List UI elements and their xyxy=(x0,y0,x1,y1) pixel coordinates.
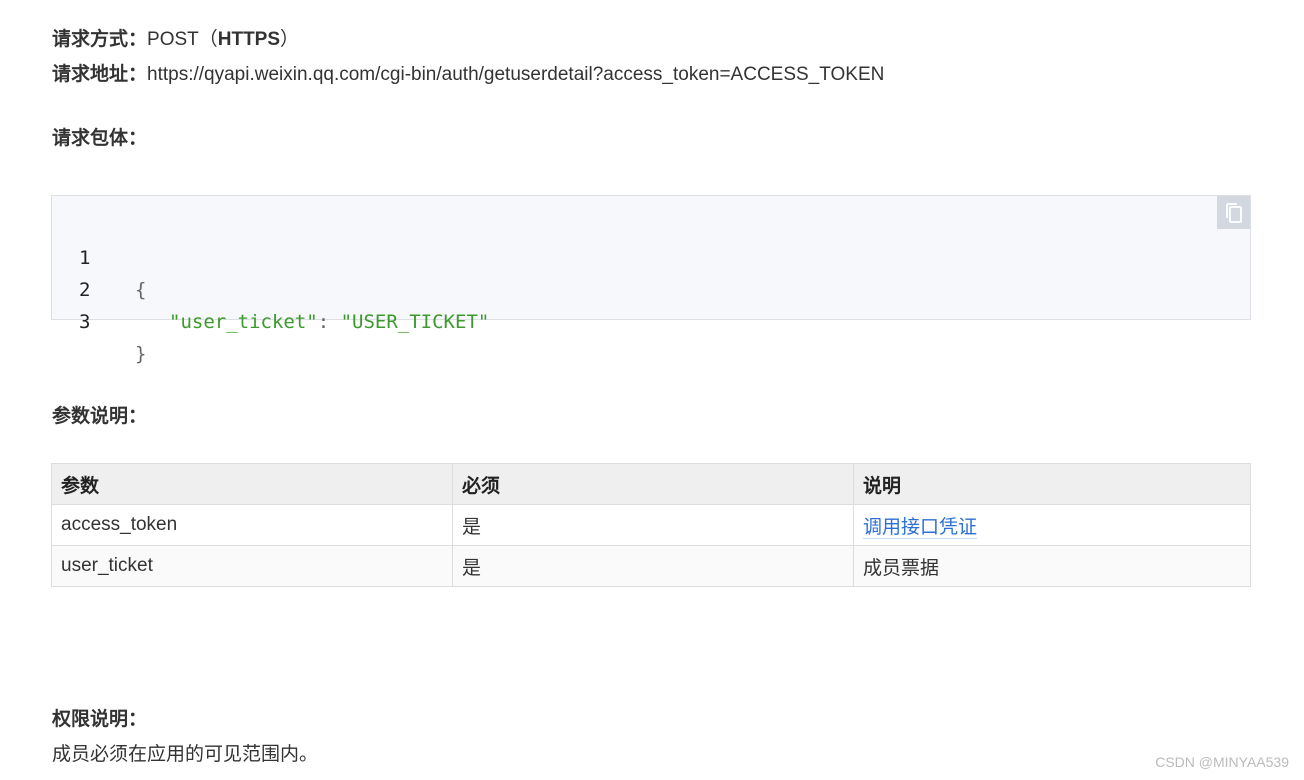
permission-text: 成员必须在应用的可见范围内。 xyxy=(52,744,319,765)
permission-title: 权限说明： xyxy=(52,709,148,730)
request-url-line: 请求地址：https://qyapi.weixin.qq.com/cgi-bin… xyxy=(52,62,884,88)
table-header-required: 必须 xyxy=(452,463,854,505)
doc-page: 请求方式：POST（HTTPS） 请求地址：https://qyapi.weix… xyxy=(0,0,1304,780)
code-colon: : xyxy=(317,311,341,333)
table-row: user_ticket 是 成员票据 xyxy=(51,545,1251,587)
table-header-param: 参数 xyxy=(51,463,453,505)
cell-param: access_token xyxy=(51,504,453,546)
table-header-desc: 说明 xyxy=(853,463,1251,505)
cell-desc: 成员票据 xyxy=(853,545,1251,587)
request-url-value: https://qyapi.weixin.qq.com/cgi-bin/auth… xyxy=(147,64,885,85)
line-number: 3 xyxy=(79,311,91,333)
cell-required: 是 xyxy=(452,504,854,546)
cell-desc: 调用接口凭证 xyxy=(853,504,1251,546)
request-method-line: 请求方式：POST（HTTPS） xyxy=(52,27,299,53)
params-table: 参数 必须 说明 access_token 是 调用接口凭证 user_tick… xyxy=(51,463,1251,587)
code-value: "USER_TICKET" xyxy=(340,311,490,333)
cell-param: user_ticket xyxy=(51,545,453,587)
request-method-value: POST（ xyxy=(147,29,218,50)
code-close-brace: } xyxy=(135,343,147,365)
params-title: 参数说明： xyxy=(52,406,148,427)
request-body-title: 请求包体： xyxy=(52,128,148,149)
cell-required: 是 xyxy=(452,545,854,587)
code-line-1: 1 { xyxy=(52,210,146,301)
watermark: CSDN @MINYAA539 xyxy=(1155,754,1289,770)
code-block: 1 { 2 "user_ticket": "USER_TICKET" 3 } xyxy=(51,195,1251,365)
copy-icon xyxy=(1225,202,1242,223)
code-line-2: 2 "user_ticket": "USER_TICKET" xyxy=(52,242,489,333)
request-method-protocol: HTTPS xyxy=(217,29,281,50)
table-row: access_token 是 调用接口凭证 xyxy=(51,504,1251,546)
copy-button[interactable] xyxy=(1217,196,1250,229)
code-open-brace: { xyxy=(135,279,147,301)
code-key: "user_ticket" xyxy=(169,311,318,333)
request-method-close: ） xyxy=(280,29,300,50)
code-line-3: 3 } xyxy=(52,274,146,365)
request-method-label: 请求方式： xyxy=(52,29,148,50)
request-url-label: 请求地址： xyxy=(52,64,148,85)
access-token-link[interactable]: 调用接口凭证 xyxy=(863,516,978,539)
code-key-value: "user_ticket": "USER_TICKET" xyxy=(169,306,489,338)
table-header-row: 参数 必须 说明 xyxy=(51,463,1251,505)
